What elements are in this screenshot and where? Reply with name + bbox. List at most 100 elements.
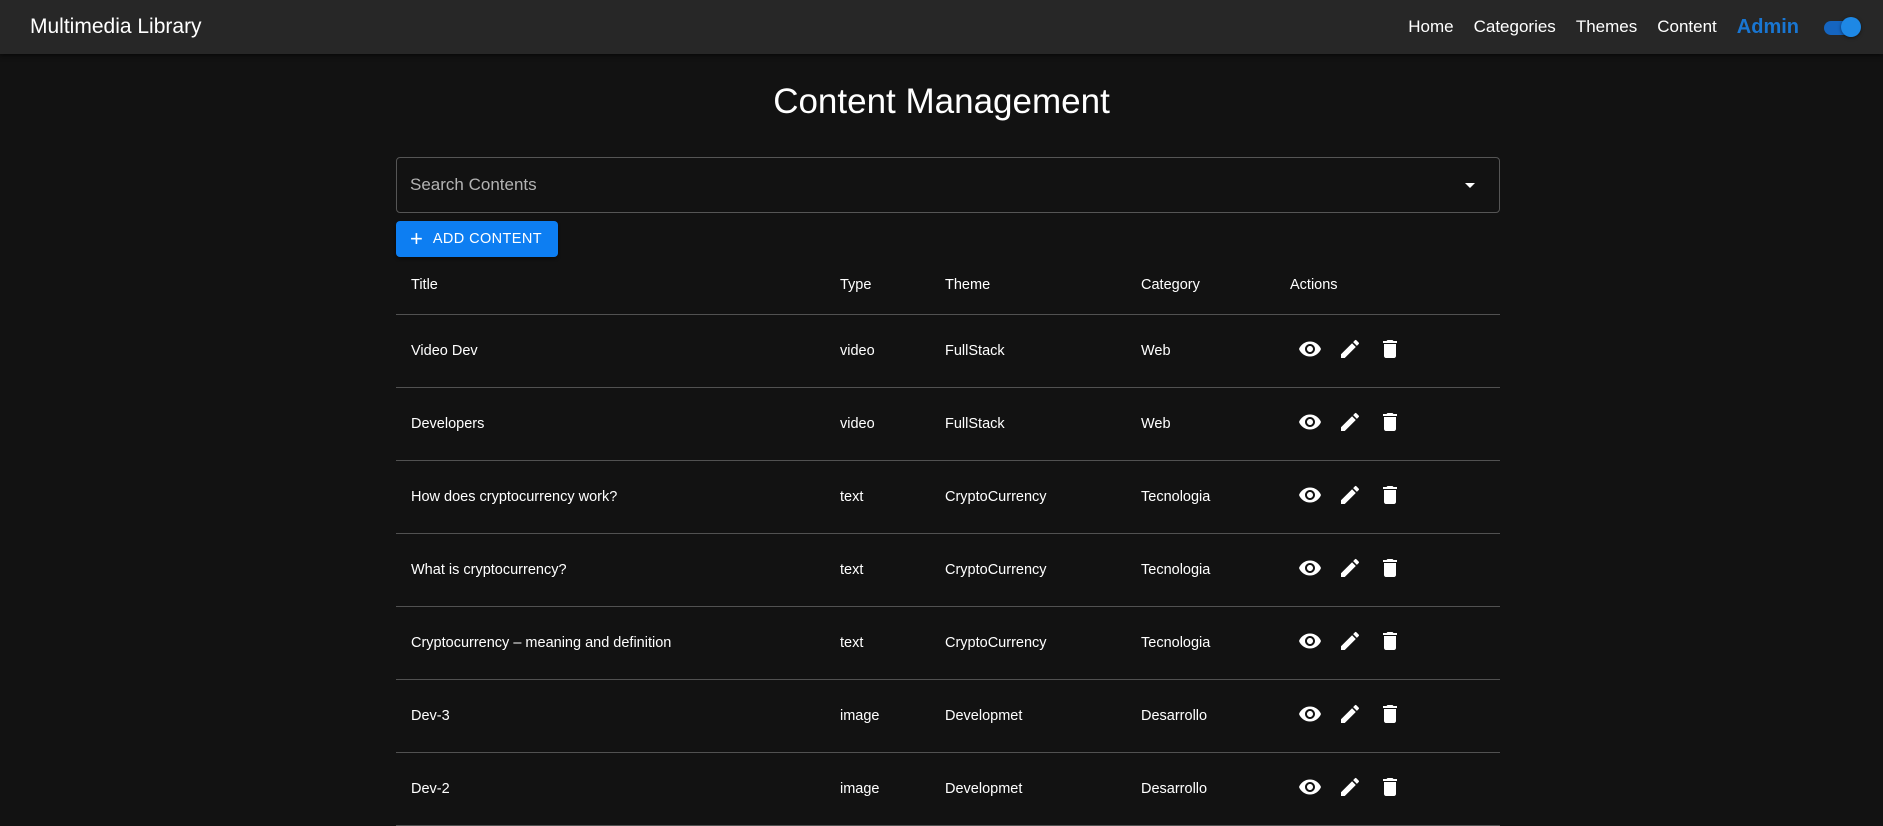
cell-type: image <box>840 708 880 724</box>
pencil-icon <box>1338 410 1362 438</box>
cell-category: Tecnologia <box>1141 635 1211 651</box>
cell-theme: FullStack <box>945 343 1005 359</box>
table-body: Video Dev video FullStack Web Developers vide… <box>396 315 1500 826</box>
eye-icon <box>1298 775 1322 803</box>
edit-button[interactable] <box>1330 696 1370 736</box>
delete-button[interactable] <box>1370 623 1410 663</box>
nav-content[interactable]: Content <box>1657 17 1717 37</box>
app-bar: Multimedia Library Home Categories Theme… <box>0 0 1883 54</box>
cell-type: text <box>840 562 864 578</box>
nav-themes[interactable]: Themes <box>1576 17 1637 37</box>
table-row: Dev-3 image Developmet Desarrollo <box>396 680 1500 753</box>
edit-button[interactable] <box>1330 331 1370 371</box>
pencil-icon <box>1338 483 1362 511</box>
delete-button[interactable] <box>1370 696 1410 736</box>
delete-button[interactable] <box>1370 404 1410 444</box>
cell-type: text <box>840 635 864 651</box>
switch-thumb <box>1841 17 1861 37</box>
cell-theme: Developmet <box>945 781 1023 797</box>
delete-button[interactable] <box>1370 769 1410 809</box>
cell-type: video <box>840 343 875 359</box>
cell-category: Desarrollo <box>1141 781 1208 797</box>
edit-button[interactable] <box>1330 404 1370 444</box>
theme-toggle-switch[interactable] <box>1823 17 1861 37</box>
table-row: How does cryptocurrency work? text CryptoC… <box>396 461 1500 534</box>
pencil-icon <box>1338 629 1362 657</box>
table-row: Developers video FullStack Web <box>396 388 1500 461</box>
eye-icon <box>1298 629 1322 657</box>
table-row: What is cryptocurrency? text CryptoCurrenc… <box>396 534 1500 607</box>
delete-button[interactable] <box>1370 331 1410 371</box>
trash-icon <box>1378 410 1402 438</box>
view-button[interactable] <box>1290 331 1330 371</box>
cell-title: What is cryptocurrency? <box>411 562 567 578</box>
cell-type: image <box>840 781 880 797</box>
trash-icon <box>1378 775 1402 803</box>
trash-icon <box>1378 702 1402 730</box>
table-header-row: Title Type Theme Category Actions <box>396 263 1500 315</box>
edit-button[interactable] <box>1330 769 1370 809</box>
edit-button[interactable] <box>1330 477 1370 517</box>
nav-home[interactable]: Home <box>1408 17 1453 37</box>
eye-icon <box>1298 702 1322 730</box>
view-button[interactable] <box>1290 696 1330 736</box>
cell-actions <box>1290 680 1410 752</box>
plus-icon: + <box>410 226 423 251</box>
edit-button[interactable] <box>1330 550 1370 590</box>
trash-icon <box>1378 337 1402 365</box>
header-type: Type <box>840 277 872 293</box>
cell-category: Tecnologia <box>1141 562 1211 578</box>
brand-title[interactable]: Multimedia Library <box>30 15 202 39</box>
delete-button[interactable] <box>1370 477 1410 517</box>
page-title: Content Management <box>773 82 1110 121</box>
content-table: Title Type Theme Category Actions Video … <box>396 263 1500 826</box>
view-button[interactable] <box>1290 769 1330 809</box>
view-button[interactable] <box>1290 623 1330 663</box>
cell-type: video <box>840 416 875 432</box>
table-row: Video Dev video FullStack Web <box>396 315 1500 388</box>
header-actions: Actions <box>1290 277 1338 293</box>
cell-actions <box>1290 388 1410 460</box>
cell-title: Video Dev <box>411 343 478 359</box>
cell-title: Dev-2 <box>411 781 450 797</box>
cell-category: Tecnologia <box>1141 489 1211 505</box>
cell-type: text <box>840 489 864 505</box>
search-input[interactable]: Search Contents <box>410 175 537 195</box>
cell-title: Dev-3 <box>411 708 450 724</box>
eye-icon <box>1298 337 1322 365</box>
add-content-label: ADD CONTENT <box>432 231 542 247</box>
cell-category: Desarrollo <box>1141 708 1208 724</box>
cell-actions <box>1290 534 1410 606</box>
cell-title: Developers <box>411 416 485 432</box>
cell-title: Cryptocurrency – meaning and definition <box>411 635 672 651</box>
edit-button[interactable] <box>1330 623 1370 663</box>
cell-theme: FullStack <box>945 416 1005 432</box>
trash-icon <box>1378 483 1402 511</box>
cell-category: Web <box>1141 416 1171 432</box>
delete-button[interactable] <box>1370 550 1410 590</box>
header-category: Category <box>1141 277 1200 293</box>
cell-actions <box>1290 753 1410 825</box>
table-row: Dev-2 image Developmet Desarrollo <box>396 753 1500 826</box>
search-contents-autocomplete[interactable]: Search Contents <box>396 157 1500 213</box>
eye-icon <box>1298 483 1322 511</box>
cell-actions <box>1290 461 1410 533</box>
cell-category: Web <box>1141 343 1171 359</box>
view-button[interactable] <box>1290 550 1330 590</box>
cell-theme: CryptoCurrency <box>945 635 1047 651</box>
header-title: Title <box>411 277 438 293</box>
nav-categories[interactable]: Categories <box>1474 17 1556 37</box>
view-button[interactable] <box>1290 477 1330 517</box>
nav-admin[interactable]: Admin <box>1737 16 1799 39</box>
eye-icon <box>1298 556 1322 584</box>
pencil-icon <box>1338 702 1362 730</box>
cell-theme: CryptoCurrency <box>945 562 1047 578</box>
add-content-button[interactable]: + ADD CONTENT <box>396 221 558 257</box>
pencil-icon <box>1338 337 1362 365</box>
cell-actions <box>1290 315 1410 387</box>
cell-theme: CryptoCurrency <box>945 489 1047 505</box>
view-button[interactable] <box>1290 404 1330 444</box>
chevron-down-icon[interactable] <box>1465 182 1475 188</box>
cell-title: How does cryptocurrency work? <box>411 489 618 505</box>
table-row: Cryptocurrency – meaning and definition t… <box>396 607 1500 680</box>
